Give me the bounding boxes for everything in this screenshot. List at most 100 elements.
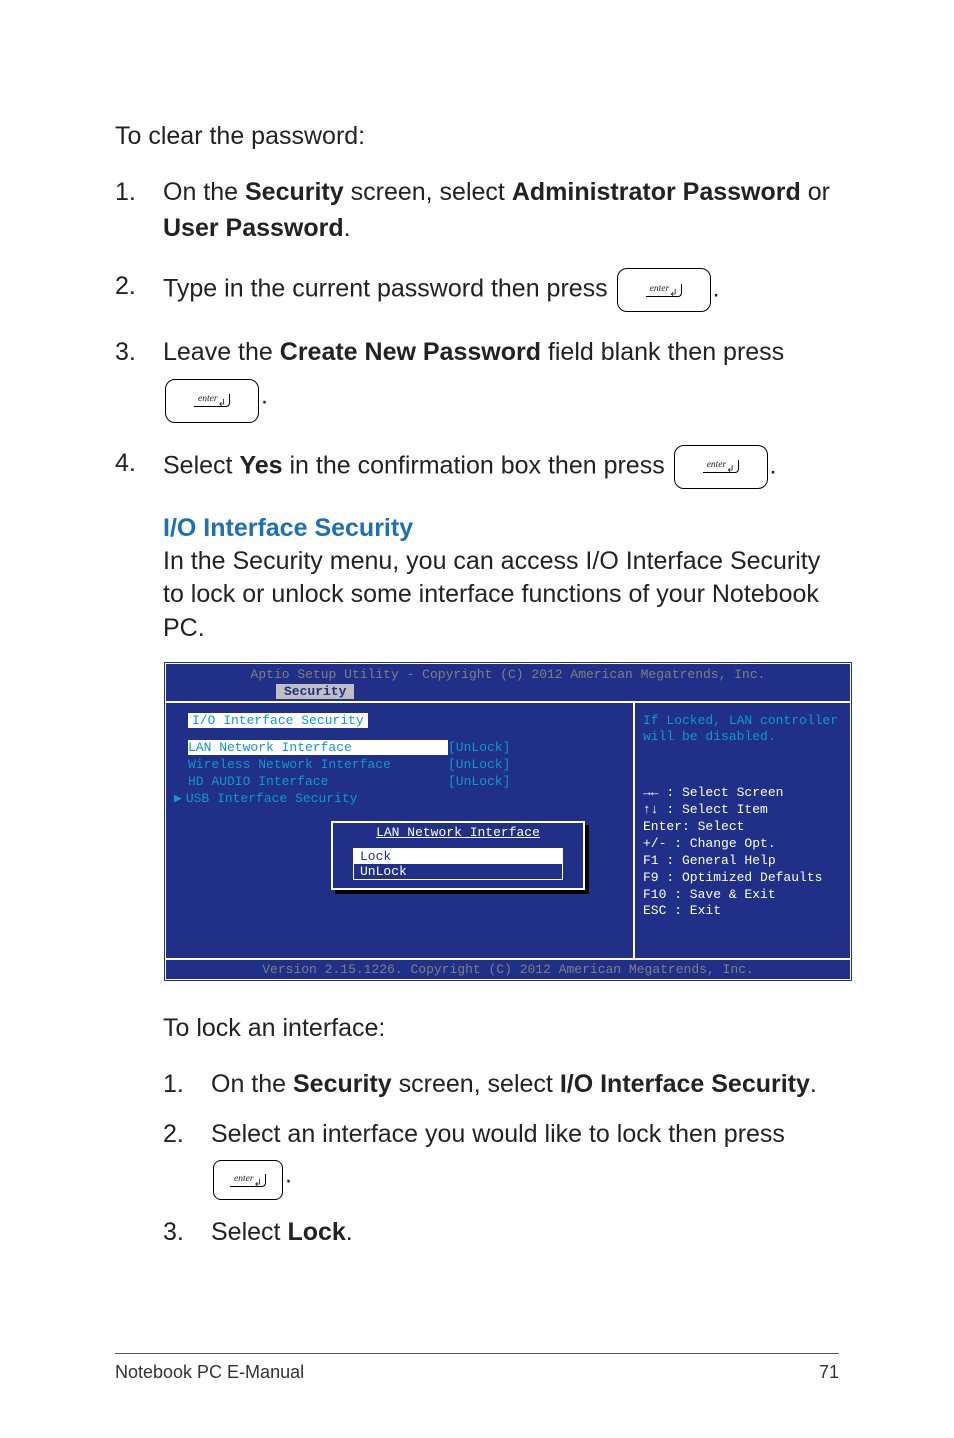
- arrow-icon: ↲: [669, 289, 677, 299]
- footer-title: Notebook PC E-Manual: [115, 1362, 304, 1383]
- clear-password-steps: 1. On the Security screen, select Admini…: [115, 174, 839, 489]
- text: Type in the current password then press: [163, 275, 615, 303]
- bios-row-value: [UnLock]: [448, 757, 510, 772]
- bios-row-value: [UnLock]: [448, 774, 510, 789]
- step-body: Select Lock.: [211, 1214, 839, 1250]
- page-number: 71: [819, 1362, 839, 1383]
- bold: Create New Password: [280, 338, 541, 366]
- bold: User Password: [163, 214, 344, 242]
- key-label: enter: [650, 285, 670, 295]
- text: .: [346, 1218, 353, 1246]
- help-line: Enter: Select: [643, 819, 842, 836]
- bios-row: LAN Network Interface [UnLock]: [188, 740, 633, 755]
- bios-row-label: LAN Network Interface: [188, 740, 448, 755]
- text: Select an interface you would like to lo…: [211, 1120, 785, 1148]
- bios-popup: LAN Network Interface Lock UnLock: [331, 821, 585, 890]
- text: screen, select: [392, 1070, 560, 1098]
- step-body: Select Yes in the confirmation box then …: [163, 445, 839, 489]
- step-number: 2.: [163, 1116, 211, 1200]
- step-number: 1.: [163, 1066, 211, 1102]
- list-item: 3. Select Lock.: [163, 1214, 839, 1250]
- step-body: On the Security screen, select Administr…: [163, 174, 839, 247]
- enter-key-icon: enter↲: [165, 379, 259, 423]
- text: Select: [211, 1218, 287, 1246]
- text: .: [344, 214, 351, 242]
- bold: Administrator Password: [512, 178, 801, 206]
- bios-title: Aptio Setup Utility - Copyright (C) 2012…: [251, 667, 766, 682]
- step-body: Leave the Create New Password field blan…: [163, 334, 839, 422]
- bios-row: Wireless Network Interface [UnLock]: [188, 757, 633, 772]
- step-number: 3.: [115, 334, 163, 422]
- list-item: 1. On the Security screen, select Admini…: [115, 174, 839, 247]
- key-label: enter: [234, 1175, 254, 1185]
- text: screen, select: [344, 178, 512, 206]
- page-footer: Notebook PC E-Manual 71: [115, 1353, 839, 1383]
- text: On the: [163, 178, 245, 206]
- step-number: 3.: [163, 1214, 211, 1250]
- step-body: On the Security screen, select I/O Inter…: [211, 1066, 839, 1102]
- bios-screenshot: Aptio Setup Utility - Copyright (C) 2012…: [163, 661, 853, 982]
- text: Leave the: [163, 338, 280, 366]
- help-line: F1 : General Help: [643, 853, 842, 870]
- text: .: [713, 275, 720, 303]
- triangle-icon: ▶: [174, 791, 182, 806]
- text: .: [285, 1161, 292, 1189]
- text: Select: [163, 451, 239, 479]
- bios-submenu-label: USB Interface Security: [186, 791, 446, 806]
- arrow-icon: ↲: [218, 399, 226, 409]
- list-item: 3. Leave the Create New Password field b…: [115, 334, 839, 422]
- text: On the: [211, 1070, 293, 1098]
- bios-popup-option: UnLock: [354, 864, 562, 879]
- text: or: [801, 178, 830, 206]
- intro-text: To clear the password:: [115, 120, 839, 154]
- section-heading: I/O Interface Security: [163, 514, 839, 543]
- bios-panel-title: I/O Interface Security: [188, 713, 368, 728]
- bold: Security: [245, 178, 344, 206]
- arrow-icon: ↲: [254, 1179, 262, 1189]
- text: .: [810, 1070, 817, 1098]
- bold: Security: [293, 1070, 392, 1098]
- step-number: 2.: [115, 268, 163, 312]
- list-item: 2. Type in the current password then pre…: [115, 268, 839, 312]
- bold: Lock: [287, 1218, 345, 1246]
- bios-tab-security: Security: [276, 684, 354, 699]
- help-line: +/- : Change Opt.: [643, 836, 842, 853]
- text: .: [770, 451, 777, 479]
- step-body: Type in the current password then press …: [163, 268, 839, 312]
- bios-footer: Version 2.15.1226. Copyright (C) 2012 Am…: [166, 958, 850, 979]
- bios-help-panel: If Locked, LAN controller will be disabl…: [635, 703, 850, 958]
- help-line: →← : Select Screen: [643, 785, 842, 802]
- step-number: 1.: [115, 174, 163, 247]
- step-body: Select an interface you would like to lo…: [211, 1116, 839, 1200]
- key-label: enter: [198, 395, 218, 405]
- bios-popup-option: Lock: [354, 849, 562, 864]
- lock-intro-text: To lock an interface:: [163, 1012, 839, 1046]
- enter-key-icon: enter↲: [617, 268, 711, 312]
- list-item: 4. Select Yes in the confirmation box th…: [115, 445, 839, 489]
- lock-interface-steps: 1. On the Security screen, select I/O In…: [163, 1066, 839, 1251]
- help-line: ESC : Exit: [643, 903, 842, 920]
- bios-help-keys: →← : Select Screen ↑↓ : Select Item Ente…: [643, 785, 842, 920]
- enter-key-icon: enter↲: [213, 1160, 283, 1200]
- bios-tabs: Security: [166, 682, 850, 699]
- bios-popup-title: LAN Network Interface: [333, 823, 583, 842]
- step-number: 4.: [115, 445, 163, 489]
- bios-row-value: [UnLock]: [448, 740, 510, 755]
- bios-left-panel: I/O Interface Security LAN Network Inter…: [166, 703, 635, 958]
- bios-row-label: Wireless Network Interface: [188, 757, 448, 772]
- list-item: 2. Select an interface you would like to…: [163, 1116, 839, 1200]
- help-line: ↑↓ : Select Item: [643, 802, 842, 819]
- bios-submenu-row: ▶ USB Interface Security: [174, 791, 633, 806]
- text: .: [261, 381, 268, 409]
- text: field blank then press: [541, 338, 784, 366]
- section-paragraph: In the Security menu, you can access I/O…: [163, 545, 839, 646]
- bold: Yes: [239, 451, 282, 479]
- text: in the confirmation box then press: [283, 451, 672, 479]
- bios-help-top: If Locked, LAN controller will be disabl…: [643, 713, 842, 746]
- bios-row-label: HD AUDIO Interface: [188, 774, 448, 789]
- help-line: F9 : Optimized Defaults: [643, 870, 842, 887]
- help-line: F10 : Save & Exit: [643, 887, 842, 904]
- bios-popup-options: Lock UnLock: [353, 848, 563, 880]
- list-item: 1. On the Security screen, select I/O In…: [163, 1066, 839, 1102]
- bios-body: I/O Interface Security LAN Network Inter…: [166, 703, 850, 958]
